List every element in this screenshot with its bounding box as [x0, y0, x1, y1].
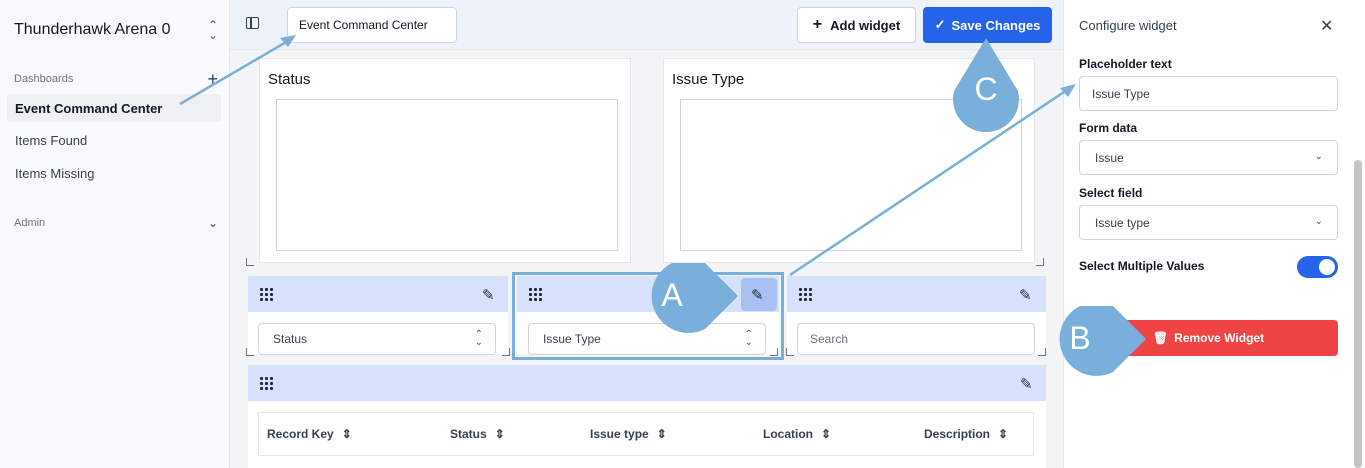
sort-icon: ⇕	[341, 427, 352, 441]
save-changes-label: Save Changes	[951, 17, 1041, 33]
multi-values-label: Select Multiple Values	[1079, 259, 1205, 273]
add-dashboard-icon[interactable]: +	[207, 70, 218, 88]
close-icon[interactable]: ✕	[1320, 16, 1333, 36]
resize-handle[interactable]	[770, 348, 778, 356]
column-header[interactable]: Location ⇕	[763, 427, 831, 441]
form-data-select[interactable]: Issue ⌄	[1079, 140, 1338, 175]
chevron-down-icon: ⌄	[207, 216, 218, 230]
remove-widget-label: Remove Widget	[1174, 331, 1265, 345]
edit-pencil-icon[interactable]: ✎	[1020, 375, 1033, 393]
marker-a-label: A	[661, 277, 683, 313]
dashboard-title-input[interactable]: Event Command Center	[287, 7, 457, 43]
admin-label: Admin	[14, 217, 46, 229]
chevron-down-icon: ⌄	[1314, 216, 1323, 227]
dashboard-toolbar: Event Command Center + Add widget ✓ Save…	[230, 0, 1063, 50]
plus-icon: +	[812, 16, 823, 33]
column-label: Record Key	[267, 427, 334, 441]
sort-icon: ⇕	[821, 427, 832, 441]
sidebar: Thunderhawk Arena 0 ⌃ ⌄ Dashboards + Even…	[0, 0, 230, 468]
sidebar-item-label: Items Found	[15, 132, 88, 148]
widget-header: ✎	[248, 276, 508, 312]
records-table-header: Record Key ⇕ Status ⇕ Issue type ⇕ Location…	[258, 412, 1034, 456]
column-label: Issue type	[590, 427, 649, 441]
column-label: Description	[924, 427, 991, 441]
chart-area	[276, 99, 618, 251]
multi-values-toggle[interactable]	[1297, 256, 1338, 278]
placeholder-text-input[interactable]: Issue Type	[1079, 76, 1338, 111]
chart-area	[680, 99, 1022, 251]
add-widget-button[interactable]: + Add widget	[797, 7, 916, 43]
placeholder-text-label: Placeholder text	[1079, 57, 1172, 71]
column-label: Location	[763, 427, 813, 441]
sidebar-item-label: Event Command Center	[15, 100, 163, 116]
sidebar-item-items-found[interactable]: Items Found	[7, 126, 221, 154]
widget-header: ✎	[248, 365, 1046, 401]
admin-section[interactable]: Admin ⌄	[14, 216, 218, 230]
search-input[interactable]: Search	[797, 323, 1035, 355]
resize-handle[interactable]	[1038, 348, 1046, 356]
add-widget-label: Add widget	[830, 17, 901, 33]
dashboards-label: Dashboards	[14, 73, 74, 85]
form-data-label: Form data	[1079, 121, 1138, 135]
card-title: Status	[268, 71, 311, 88]
configure-widget-panel: Configure widget ✕ Placeholder text Issu…	[1063, 0, 1365, 468]
column-label: Status	[450, 427, 487, 441]
sidebar-item-label: Items Missing	[15, 165, 95, 181]
workspace-name: Thunderhawk Arena 0	[14, 21, 171, 38]
select-value: Issue type	[1095, 215, 1150, 230]
sidebar-item-event-command-center[interactable]: Event Command Center	[7, 94, 221, 122]
column-header[interactable]: Description ⇕	[924, 427, 1008, 441]
select-value: Issue	[1095, 150, 1124, 165]
edit-pencil-icon[interactable]: ✎	[1019, 286, 1032, 304]
dashboard-canvas: Event Command Center + Add widget ✓ Save…	[230, 0, 1063, 468]
resize-handle[interactable]	[786, 348, 794, 356]
edit-pencil-icon[interactable]: ✎	[482, 286, 495, 304]
sort-icon: ⇕	[998, 427, 1009, 441]
select-value: Status	[273, 332, 308, 346]
widget-header: ✎	[787, 276, 1046, 312]
status-chart-card: Status	[259, 58, 631, 263]
sort-icon: ⇕	[656, 427, 667, 441]
sort-icon: ⇕	[494, 427, 505, 441]
check-icon: ✓	[934, 17, 946, 32]
trash-icon: 🗑	[1152, 331, 1169, 345]
search-placeholder: Search	[810, 332, 849, 346]
workspace-switcher[interactable]: Thunderhawk Arena 0 ⌃ ⌄	[14, 18, 218, 42]
resize-handle[interactable]	[246, 348, 254, 356]
remove-widget-button[interactable]: 🗑 Remove Widget	[1079, 320, 1338, 356]
scrollbar[interactable]	[1354, 160, 1362, 468]
drag-handle-icon[interactable]	[260, 288, 273, 301]
dashboards-section: Dashboards +	[14, 70, 218, 88]
status-filter-select[interactable]: Status ⌃ ⌄	[258, 323, 496, 355]
drag-handle-icon[interactable]	[799, 288, 812, 301]
marker-b-label: B	[1069, 320, 1091, 356]
chevron-updown-icon: ⌃ ⌄	[474, 329, 483, 348]
chevron-down-icon: ⌄	[1314, 151, 1323, 162]
resize-handle[interactable]	[1036, 258, 1044, 266]
panel-title: Configure widget	[1079, 18, 1177, 33]
save-changes-button[interactable]: ✓ Save Changes	[923, 7, 1052, 43]
column-header[interactable]: Issue type ⇕	[590, 427, 667, 441]
marker-c-label: C	[974, 71, 998, 107]
resize-handle[interactable]	[246, 258, 254, 266]
card-title: Issue Type	[672, 71, 745, 88]
chevron-updown-icon: ⌃ ⌄	[207, 18, 218, 42]
drag-handle-icon[interactable]	[260, 377, 273, 390]
column-header[interactable]: Status ⇕	[450, 427, 505, 441]
sidebar-item-items-missing[interactable]: Items Missing	[7, 159, 221, 187]
column-header[interactable]: Record Key ⇕	[267, 427, 352, 441]
select-field-select[interactable]: Issue type ⌄	[1079, 205, 1338, 240]
sidebar-toggle-icon[interactable]	[246, 17, 259, 29]
select-field-label: Select field	[1079, 186, 1143, 200]
resize-handle[interactable]	[502, 348, 510, 356]
